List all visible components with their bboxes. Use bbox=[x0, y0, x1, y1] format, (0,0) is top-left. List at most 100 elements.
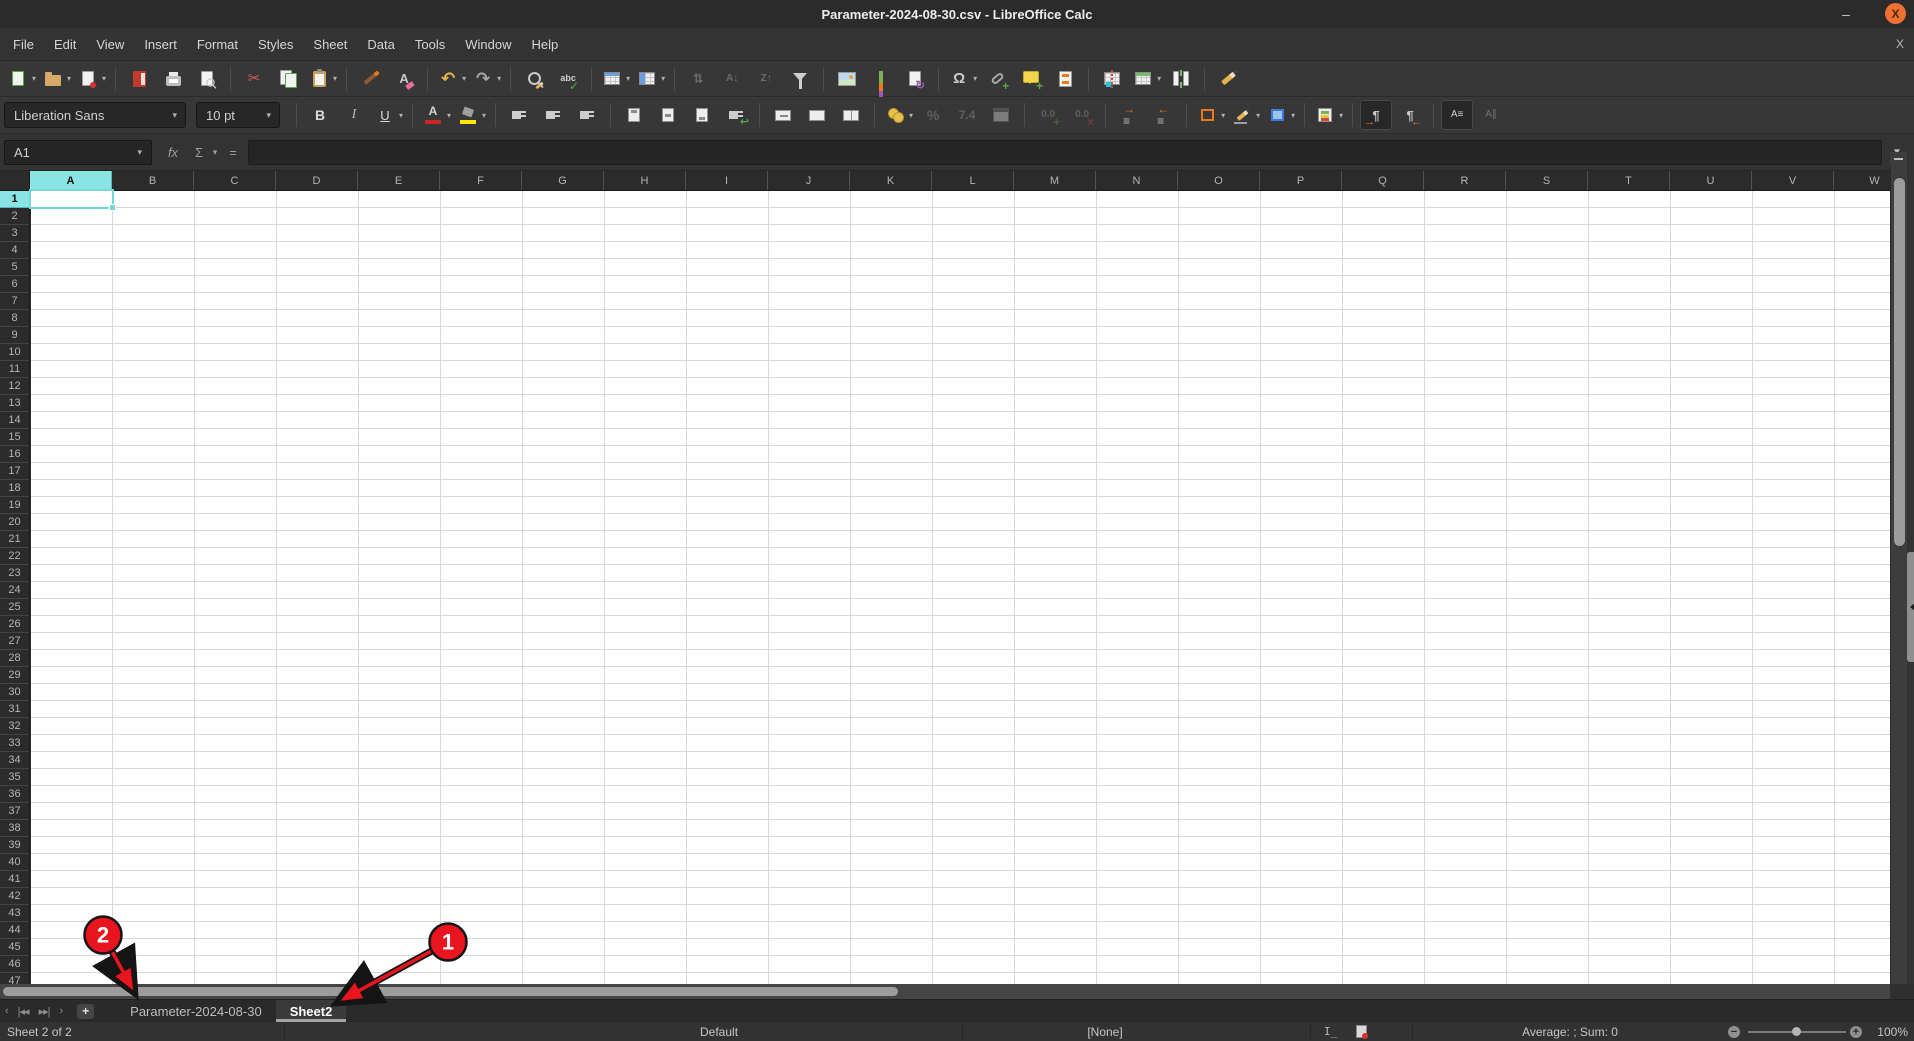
paste-dropdown-icon[interactable]: ▾ bbox=[333, 74, 337, 83]
bold-button[interactable]: B bbox=[304, 100, 336, 130]
row-header-14[interactable]: 14 bbox=[0, 412, 29, 429]
menu-sheet[interactable]: Sheet bbox=[303, 28, 357, 60]
column-header-V[interactable]: V bbox=[1752, 171, 1834, 190]
row-header-20[interactable]: 20 bbox=[0, 514, 29, 531]
special-character-dropdown-icon[interactable]: ▾ bbox=[973, 74, 977, 83]
average-sum-status[interactable]: Average: ; Sum: 0 bbox=[1450, 1022, 1690, 1041]
zoom-in-icon[interactable]: + bbox=[1850, 1026, 1862, 1038]
row-header-39[interactable]: 39 bbox=[0, 837, 29, 854]
insert-comment-button[interactable]: + bbox=[1015, 64, 1047, 94]
select-all-corner[interactable] bbox=[0, 171, 30, 191]
column-header-E[interactable]: E bbox=[358, 171, 440, 190]
column-header-I[interactable]: I bbox=[686, 171, 768, 190]
row-header-19[interactable]: 19 bbox=[0, 497, 29, 514]
column-header-F[interactable]: F bbox=[440, 171, 522, 190]
column-header-R[interactable]: R bbox=[1424, 171, 1506, 190]
row-header-32[interactable]: 32 bbox=[0, 718, 29, 735]
undo-button[interactable]: ↶ ▾ bbox=[435, 64, 468, 94]
row-header-25[interactable]: 25 bbox=[0, 599, 29, 616]
page-style-status[interactable]: Default bbox=[700, 1022, 738, 1041]
horizontal-scrollbar[interactable] bbox=[0, 984, 1890, 999]
align-right-button[interactable] bbox=[571, 100, 603, 130]
menu-tools[interactable]: Tools bbox=[405, 28, 455, 60]
insert-column-button[interactable]: ▾ bbox=[634, 64, 667, 94]
horizontal-scrollbar-thumb[interactable] bbox=[3, 987, 898, 996]
close-window-button[interactable]: X bbox=[1885, 3, 1906, 24]
left-to-right-button[interactable]: ¶ → bbox=[1360, 100, 1393, 130]
formula-input-line[interactable] bbox=[248, 140, 1882, 165]
decrease-indent-button[interactable]: ← ≡ bbox=[1147, 100, 1179, 130]
freeze-cells-button[interactable]: ▾ bbox=[1130, 64, 1163, 94]
row-header-35[interactable]: 35 bbox=[0, 769, 29, 786]
column-header-P[interactable]: P bbox=[1260, 171, 1342, 190]
last-sheet-icon[interactable]: › bbox=[54, 1000, 67, 1022]
row-header-45[interactable]: 45 bbox=[0, 939, 29, 956]
close-document-button[interactable]: X bbox=[1896, 28, 1904, 60]
spelling-button[interactable]: abc ✓ bbox=[552, 64, 584, 94]
row-header-3[interactable]: 3 bbox=[0, 225, 29, 242]
vertical-split-handle[interactable] bbox=[1890, 152, 1907, 166]
row-header-17[interactable]: 17 bbox=[0, 463, 29, 480]
border-color-dropdown-icon[interactable]: ▾ bbox=[1291, 111, 1295, 120]
font-size-dropdown-icon[interactable]: ▾ bbox=[266, 110, 271, 121]
center-vertically-button[interactable] bbox=[652, 100, 684, 130]
select-function-button[interactable]: Σ bbox=[188, 140, 210, 165]
print-button[interactable] bbox=[157, 64, 189, 94]
text-horizontal-button[interactable]: A≡ bbox=[1441, 100, 1474, 130]
row-header-2[interactable]: 2 bbox=[0, 208, 29, 225]
redo-dropdown-icon[interactable]: ▾ bbox=[497, 74, 501, 83]
first-sheet-icon[interactable]: ‹ bbox=[0, 1000, 13, 1022]
column-header-L[interactable]: L bbox=[932, 171, 1014, 190]
copy-button[interactable] bbox=[272, 64, 304, 94]
new-button[interactable]: ▾ bbox=[5, 64, 38, 94]
underline-button[interactable]: U ▾ bbox=[372, 100, 405, 130]
name-box-dropdown-icon[interactable]: ▾ bbox=[137, 147, 142, 158]
row-header-43[interactable]: 43 bbox=[0, 905, 29, 922]
select-function-dropdown-icon[interactable]: ▾ bbox=[208, 140, 222, 165]
column-header-U[interactable]: U bbox=[1670, 171, 1752, 190]
insert-column-dropdown-icon[interactable]: ▾ bbox=[661, 74, 665, 83]
row-header-44[interactable]: 44 bbox=[0, 922, 29, 939]
clone-formatting-button[interactable] bbox=[354, 64, 386, 94]
menu-help[interactable]: Help bbox=[521, 28, 568, 60]
previous-sheet-icon[interactable]: |◂◂ bbox=[13, 1000, 34, 1022]
font-name-combobox[interactable]: Liberation Sans ▾ bbox=[4, 102, 186, 128]
vertical-scrollbar[interactable] bbox=[1890, 166, 1907, 984]
merge-cells-button[interactable] bbox=[801, 100, 833, 130]
border-color-button[interactable]: ▾ bbox=[1264, 100, 1297, 130]
row-header-11[interactable]: 11 bbox=[0, 361, 29, 378]
row-header-10[interactable]: 10 bbox=[0, 344, 29, 361]
redo-button[interactable]: ↷ ▾ bbox=[470, 64, 503, 94]
menu-window[interactable]: Window bbox=[455, 28, 521, 60]
column-header-T[interactable]: T bbox=[1588, 171, 1670, 190]
menu-format[interactable]: Format bbox=[187, 28, 248, 60]
autofilter-button[interactable] bbox=[784, 64, 816, 94]
save-dropdown-icon[interactable]: ▾ bbox=[102, 74, 106, 83]
cut-button[interactable]: ✂ bbox=[238, 64, 270, 94]
zoom-out-icon[interactable]: − bbox=[1728, 1026, 1740, 1038]
fill-handle[interactable] bbox=[109, 204, 116, 211]
insert-image-button[interactable] bbox=[831, 64, 863, 94]
open-button[interactable]: ▾ bbox=[40, 64, 73, 94]
column-header-H[interactable]: H bbox=[604, 171, 686, 190]
column-header-M[interactable]: M bbox=[1014, 171, 1096, 190]
column-header-C[interactable]: C bbox=[194, 171, 276, 190]
column-header-B[interactable]: B bbox=[112, 171, 194, 190]
row-header-23[interactable]: 23 bbox=[0, 565, 29, 582]
border-style-dropdown-icon[interactable]: ▾ bbox=[1256, 111, 1260, 120]
row-header-21[interactable]: 21 bbox=[0, 531, 29, 548]
row-header-18[interactable]: 18 bbox=[0, 480, 29, 497]
row-header-33[interactable]: 33 bbox=[0, 735, 29, 752]
cell-grid[interactable] bbox=[31, 191, 1890, 984]
menu-file[interactable]: File bbox=[3, 28, 44, 60]
increase-indent-button[interactable]: → ≡ bbox=[1113, 100, 1145, 130]
sheet-tab-sheet2[interactable]: Sheet2 bbox=[275, 1000, 347, 1022]
menu-styles[interactable]: Styles bbox=[248, 28, 303, 60]
export-pdf-button[interactable] bbox=[123, 64, 155, 94]
column-header-G[interactable]: G bbox=[522, 171, 604, 190]
insert-chart-button[interactable] bbox=[865, 64, 897, 105]
row-header-38[interactable]: 38 bbox=[0, 820, 29, 837]
row-header-37[interactable]: 37 bbox=[0, 803, 29, 820]
selection-mode-status[interactable]: [None] bbox=[1060, 1022, 1150, 1041]
font-color-dropdown-icon[interactable]: ▾ bbox=[447, 111, 451, 120]
